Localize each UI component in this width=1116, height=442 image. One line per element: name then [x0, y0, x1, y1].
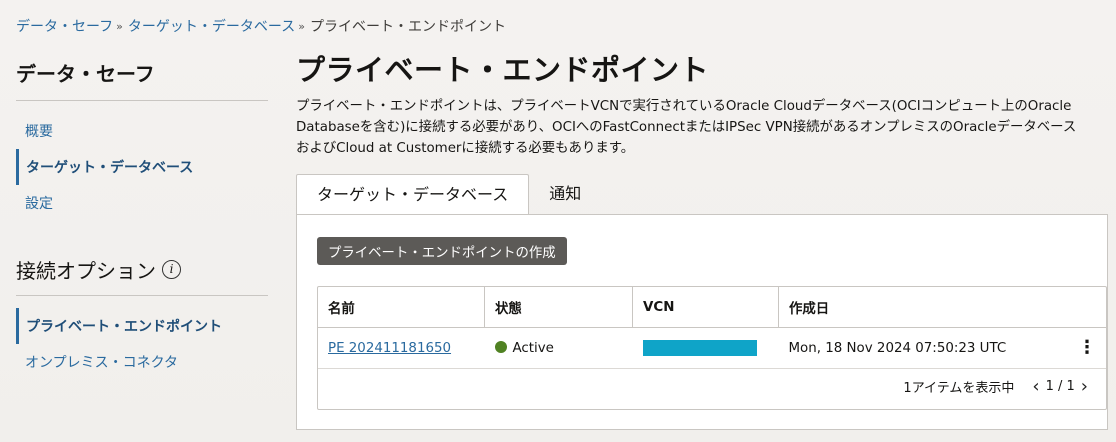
created-cell: Mon, 18 Nov 2024 07:50:23 UTC ⋮ — [778, 327, 1106, 369]
connection-options-title: 接続オプション — [16, 258, 156, 283]
column-header-vcn[interactable]: VCN — [632, 287, 779, 328]
create-private-endpoint-button[interactable]: プライベート・エンドポイントの作成 — [317, 237, 567, 265]
tab-target-databases[interactable]: ターゲット・データベース — [296, 174, 530, 216]
vcn-cell — [632, 327, 779, 369]
status-text: Active — [512, 340, 554, 356]
sidebar-divider — [16, 295, 268, 296]
column-header-name[interactable]: 名前 — [318, 287, 485, 328]
main-content: プライベート・エンドポイント プライベート・エンドポイントは、プライベートVCN… — [296, 50, 1108, 430]
sidebar-title: データ・セーフ — [16, 62, 155, 86]
breadcrumb-link-data-safe[interactable]: データ・セーフ — [16, 16, 113, 36]
description-line: およびCloud at Customerに接続する必要もあります。 — [296, 141, 635, 156]
endpoints-table: 名前 状態 VCN 作成日 PE 202411181650 Active Mon… — [317, 286, 1107, 410]
column-header-created[interactable]: 作成日 — [778, 287, 1106, 328]
table-row: PE 202411181650 Active Mon, 18 Nov 2024 … — [318, 327, 1106, 369]
description-line: プライベート・エンドポイントは、プライベートVCNで実行されているOracle … — [296, 99, 1072, 114]
connection-options-heading: 接続オプション i — [16, 255, 268, 283]
sidebar-item-private-endpoints[interactable]: プライベート・エンドポイント — [16, 308, 268, 344]
description-line: Databaseを含む)に接続する必要があり、OCIへのFastConnectま… — [296, 120, 1077, 135]
created-date: Mon, 18 Nov 2024 07:50:23 UTC — [788, 340, 1007, 356]
breadcrumb-separator: » — [298, 19, 305, 33]
item-count-text: 1アイテムを表示中 — [903, 380, 1015, 396]
chevron-right-icon[interactable]: › — [1075, 376, 1094, 397]
page-description: プライベート・エンドポイントは、プライベートVCNで実行されているOracle … — [296, 96, 1106, 159]
table-header-row: 名前 状態 VCN 作成日 — [318, 287, 1106, 328]
kebab-menu-icon[interactable]: ⋮ — [1078, 337, 1096, 358]
status-cell: Active — [484, 327, 633, 369]
tab-bar: ターゲット・データベース 通知 — [296, 174, 601, 216]
breadcrumb-link-target-databases[interactable]: ターゲット・データベース — [128, 16, 295, 36]
sidebar-item-settings[interactable]: 設定 — [16, 185, 268, 221]
breadcrumb-separator: » — [116, 19, 123, 33]
status-active-dot-icon — [494, 340, 507, 353]
tab-notifications[interactable]: 通知 — [529, 174, 601, 214]
vcn-redacted-bar — [642, 340, 757, 356]
page-indicator: 1 / 1 — [1045, 378, 1075, 394]
info-icon[interactable]: i — [162, 259, 181, 279]
breadcrumb-current: プライベート・エンドポイント — [309, 19, 506, 35]
chevron-left-icon[interactable]: ‹ — [1026, 376, 1045, 397]
sidebar-divider — [16, 100, 268, 101]
sidebar-item-on-premises-connectors[interactable]: オンプレミス・コネクタ — [16, 344, 268, 380]
sidebar-item-overview[interactable]: 概要 — [16, 113, 268, 149]
sidebar: データ・セーフ 概要 ターゲット・データベース 設定 接続オプション i プライ… — [16, 60, 268, 380]
sidebar-item-target-databases[interactable]: ターゲット・データベース — [16, 149, 268, 185]
tab-panel: プライベート・エンドポイントの作成 名前 状態 VCN 作成日 PE 20241… — [296, 214, 1108, 430]
table-footer: 1アイテムを表示中 ‹ 1 / 1 › — [903, 375, 1094, 397]
page-title: プライベート・エンドポイント — [296, 53, 710, 87]
endpoint-name-link[interactable]: PE 202411181650 — [328, 341, 451, 356]
column-header-status[interactable]: 状態 — [484, 287, 633, 328]
breadcrumb: データ・セーフ » ターゲット・データベース » プライベート・エンドポイント — [16, 16, 506, 36]
